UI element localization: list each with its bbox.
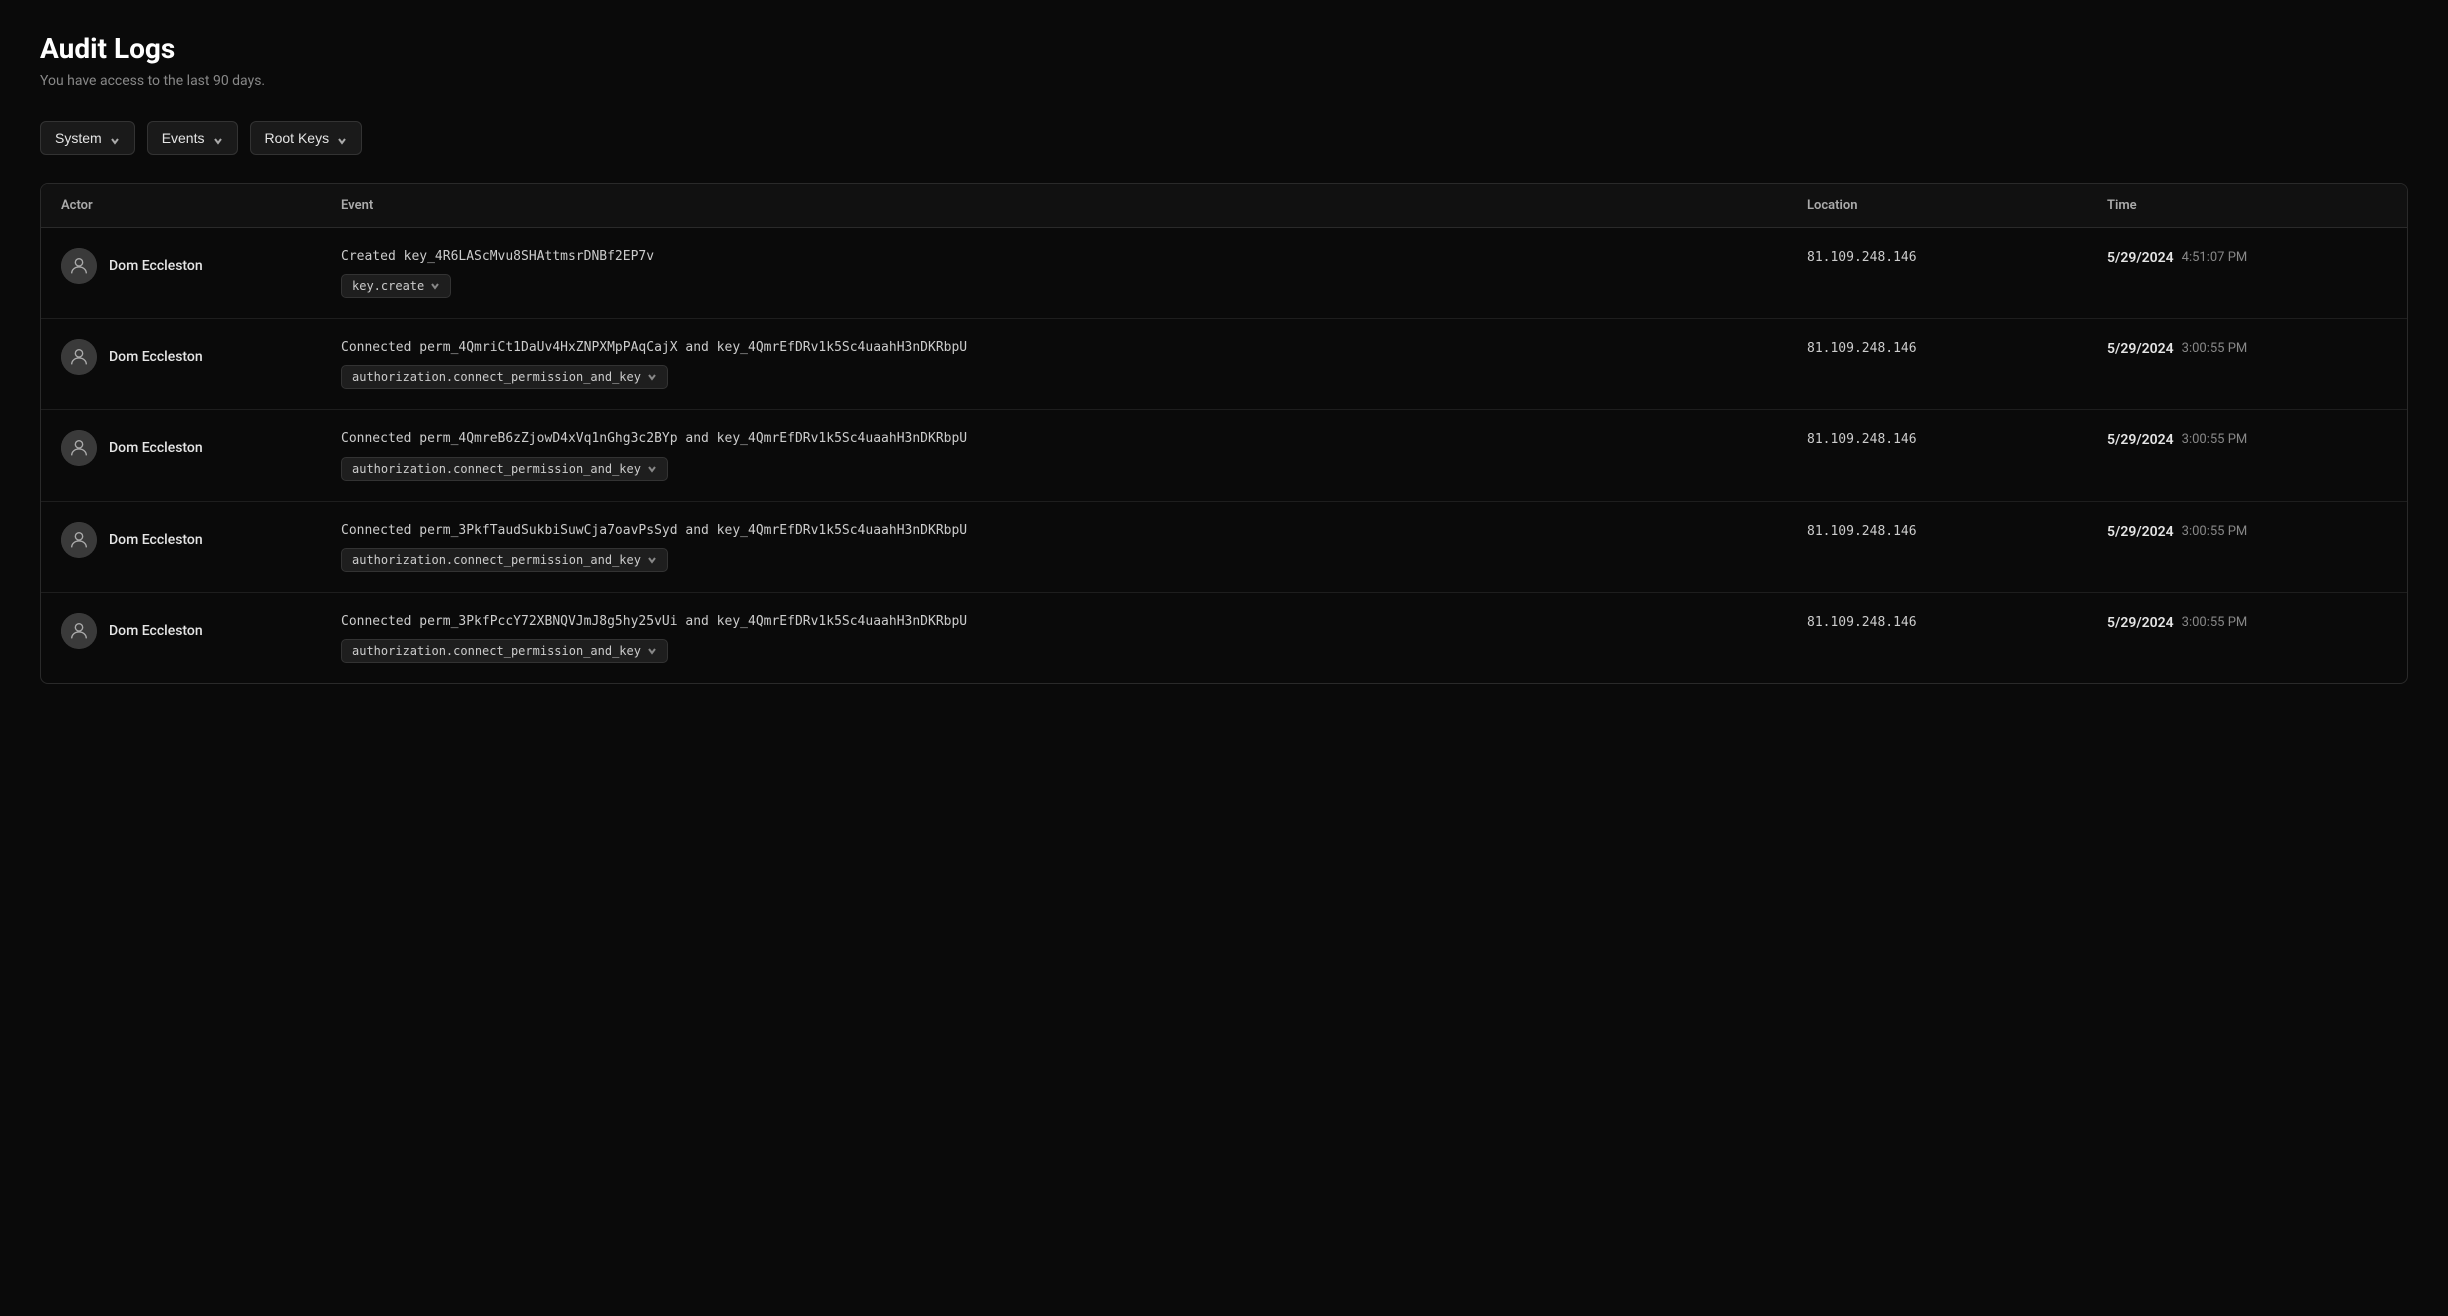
chevron-down-icon [213,133,223,143]
time-date: 5/29/2024 [2107,524,2174,540]
time-clock: 3:00:55 PM [2182,524,2248,539]
event-badge-button[interactable]: authorization.connect_permission_and_key [341,457,668,481]
event-cell: Connected perm_4QmreB6zZjowD4xVq1nGhg3c2… [341,430,1807,480]
event-cell: Created key_4R6LAScMvu8SHAttmsrDNBf2EP7v… [341,248,1807,298]
time-clock: 3:00:55 PM [2182,432,2248,447]
event-badge-button[interactable]: authorization.connect_permission_and_key [341,548,668,572]
event-badge-label: authorization.connect_permission_and_key [352,370,641,384]
event-badge-label: authorization.connect_permission_and_key [352,644,641,658]
actor-name: Dom Eccleston [109,623,203,639]
time-date: 5/29/2024 [2107,615,2174,631]
actor-name: Dom Eccleston [109,440,203,456]
table-row: Dom Eccleston Connected perm_3PkfPccY72X… [41,593,2407,683]
event-description: Connected perm_4QmriCt1DaUv4HxZNPXMpPAqC… [341,339,1791,357]
event-badge-label: authorization.connect_permission_and_key [352,553,641,567]
event-description: Connected perm_3PkfPccY72XBNQVJmJ8g5hy25… [341,613,1791,631]
event-badge-button[interactable]: key.create [341,274,451,298]
time-cell: 5/29/2024 3:00:55 PM [2107,522,2387,540]
actor-name: Dom Eccleston [109,258,203,274]
table-row: Dom Eccleston Created key_4R6LAScMvu8SHA… [41,228,2407,319]
location-cell: 81.109.248.146 [1807,339,2107,356]
event-cell: Connected perm_3PkfPccY72XBNQVJmJ8g5hy25… [341,613,1807,663]
avatar [61,248,97,284]
header-location: Location [1807,198,2107,213]
header-actor: Actor [61,198,341,213]
system-filter-label: System [55,130,102,146]
time-clock: 4:51:07 PM [2182,250,2248,265]
events-filter-label: Events [162,130,205,146]
table-row: Dom Eccleston Connected perm_4QmriCt1DaU… [41,319,2407,410]
actor-name: Dom Eccleston [109,532,203,548]
time-cell: 5/29/2024 4:51:07 PM [2107,248,2387,266]
avatar [61,613,97,649]
time-cell: 5/29/2024 3:00:55 PM [2107,613,2387,631]
root-keys-filter-label: Root Keys [265,130,330,146]
avatar [61,339,97,375]
page-title: Audit Logs [40,32,2408,65]
avatar [61,522,97,558]
page-subtitle: You have access to the last 90 days. [40,73,2408,89]
actor-cell: Dom Eccleston [61,248,341,284]
system-filter-button[interactable]: System [40,121,135,155]
actor-cell: Dom Eccleston [61,613,341,649]
time-cell: 5/29/2024 3:00:55 PM [2107,430,2387,448]
audit-log-table: Actor Event Location Time Dom Eccleston … [40,183,2408,684]
location-cell: 81.109.248.146 [1807,613,2107,630]
header-time: Time [2107,198,2387,213]
event-cell: Connected perm_3PkfTaudSukbiSuwCja7oavPs… [341,522,1807,572]
location-cell: 81.109.248.146 [1807,522,2107,539]
table-header: Actor Event Location Time [41,184,2407,228]
time-cell: 5/29/2024 3:00:55 PM [2107,339,2387,357]
events-filter-button[interactable]: Events [147,121,238,155]
event-description: Connected perm_3PkfTaudSukbiSuwCja7oavPs… [341,522,1791,540]
actor-name: Dom Eccleston [109,349,203,365]
event-description: Connected perm_4QmreB6zZjowD4xVq1nGhg3c2… [341,430,1791,448]
table-row: Dom Eccleston Connected perm_4QmreB6zZjo… [41,410,2407,501]
actor-cell: Dom Eccleston [61,522,341,558]
chevron-down-icon [337,133,347,143]
header-event: Event [341,198,1807,213]
event-description: Created key_4R6LAScMvu8SHAttmsrDNBf2EP7v [341,248,1791,266]
event-badge-button[interactable]: authorization.connect_permission_and_key [341,365,668,389]
root-keys-filter-button[interactable]: Root Keys [250,121,363,155]
event-badge-label: key.create [352,279,424,293]
chevron-down-icon [110,133,120,143]
location-cell: 81.109.248.146 [1807,430,2107,447]
actor-cell: Dom Eccleston [61,430,341,466]
actor-cell: Dom Eccleston [61,339,341,375]
event-cell: Connected perm_4QmriCt1DaUv4HxZNPXMpPAqC… [341,339,1807,389]
location-cell: 81.109.248.146 [1807,248,2107,265]
time-clock: 3:00:55 PM [2182,615,2248,630]
event-badge-button[interactable]: authorization.connect_permission_and_key [341,639,668,663]
event-badge-label: authorization.connect_permission_and_key [352,462,641,476]
table-row: Dom Eccleston Connected perm_3PkfTaudSuk… [41,502,2407,593]
avatar [61,430,97,466]
time-date: 5/29/2024 [2107,250,2174,266]
time-date: 5/29/2024 [2107,432,2174,448]
filter-bar: System Events Root Keys [40,121,2408,155]
time-clock: 3:00:55 PM [2182,341,2248,356]
time-date: 5/29/2024 [2107,341,2174,357]
table-body: Dom Eccleston Created key_4R6LAScMvu8SHA… [41,228,2407,683]
